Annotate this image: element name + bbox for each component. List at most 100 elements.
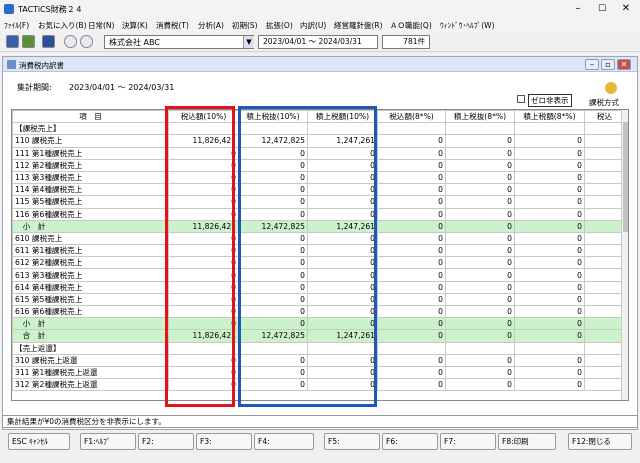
column-header: 税込額(8*%) (377, 110, 446, 124)
menu-compass[interactable]: 経営羅針盤(R) (334, 20, 383, 31)
menu-bar: ﾌｧｲﾙ(F) お気に入り(B) 日常(N) 決算(K) 消費税(T) 分析(A… (0, 18, 640, 32)
table-cell: 0 (445, 158, 515, 172)
menu-breakdown[interactable]: 内訳(U) (300, 20, 326, 31)
table-cell: 0 (514, 146, 585, 160)
table-cell (584, 280, 625, 294)
table-cell: 0 (377, 317, 446, 331)
transfer-icon[interactable] (22, 35, 35, 48)
table-cell: 0 (514, 231, 585, 246)
table-cell: 0 (514, 134, 585, 148)
close-button[interactable]: ✕ (614, 2, 638, 16)
row-label: 116 第6種課税売上 (12, 207, 169, 221)
save-icon[interactable] (6, 35, 19, 48)
menu-ao[interactable]: ＡＯ職能(Q) (390, 20, 432, 31)
f4-button[interactable]: F4: (254, 433, 314, 450)
table-cell: 0 (377, 231, 446, 246)
column-header: 項 目 (12, 110, 169, 124)
f12-close-button[interactable]: F12:閉じる (568, 433, 632, 450)
mail-icon[interactable] (42, 35, 55, 48)
vertical-scrollbar[interactable] (621, 110, 628, 400)
table-cell (584, 353, 625, 367)
row-label: 311 第1種課税売上返還 (12, 365, 169, 380)
menu-consumption-tax[interactable]: 消費税(T) (156, 20, 189, 31)
inner-maximize-button[interactable]: ▫ (601, 59, 615, 70)
table-cell: 0 (445, 134, 515, 148)
window-title: TACTiCS財務２４ (18, 5, 83, 14)
table-cell: 0 (514, 292, 585, 307)
table-cell: 0 (514, 158, 585, 172)
period-field: 2023/04/01 ～ 2024/03/31 (258, 35, 378, 49)
table-cell (584, 219, 625, 233)
row-label: 111 第1種課税売上 (12, 146, 169, 160)
row-label: 613 第3種課税売上 (12, 268, 169, 282)
table-cell: 0 (514, 268, 585, 282)
menu-analysis[interactable]: 分析(A) (198, 20, 224, 31)
menu-favorites[interactable]: お気に入り(B) (38, 20, 87, 31)
table-cell: 0 (445, 353, 515, 367)
table-cell: 0 (514, 365, 585, 380)
f1-help-button[interactable]: F1:ﾍﾙﾌﾟ (80, 433, 136, 450)
menu-initial[interactable]: 初期(S) (232, 20, 258, 31)
row-label: 616 第6種課税売上 (12, 304, 169, 319)
search-next-icon[interactable] (80, 35, 93, 48)
table-cell: 0 (445, 280, 515, 294)
table-cell (584, 134, 625, 148)
row-label: 110 課税売上 (12, 134, 169, 148)
table-cell: 0 (514, 195, 585, 209)
table-cell (584, 122, 625, 136)
table-cell: 0 (514, 353, 585, 367)
row-label: 112 第2種課税売上 (12, 158, 169, 172)
table-cell: 0 (377, 183, 446, 197)
f3-button[interactable]: F3: (196, 433, 252, 450)
table-cell (584, 268, 625, 282)
f5-button[interactable]: F5: (324, 433, 380, 450)
row-label: 小 計 (12, 219, 169, 233)
tax-method-label[interactable]: 課税方式 (589, 97, 619, 108)
table-cell: 0 (445, 365, 515, 380)
table-cell (584, 329, 625, 343)
table-cell: 0 (377, 134, 446, 148)
menu-file[interactable]: ﾌｧｲﾙ(F) (4, 20, 29, 31)
search-icon[interactable] (64, 35, 77, 48)
company-select[interactable]: 株式会社 ABC ▼ (104, 35, 254, 49)
row-label: 小 計 (12, 317, 169, 331)
menu-window-help[interactable]: ｳｨﾝﾄﾞｳ･ﾍﾙﾌﾟ(W) (440, 20, 495, 31)
f7-button[interactable]: F7: (440, 433, 496, 450)
f2-button[interactable]: F2: (138, 433, 194, 450)
zero-hide-checkbox[interactable] (517, 95, 525, 103)
tax-method-icon[interactable] (605, 82, 617, 94)
table-cell: 0 (377, 280, 446, 294)
document-icon (7, 60, 16, 69)
row-label: 611 第1種課税売上 (12, 244, 169, 258)
chevron-down-icon[interactable]: ▼ (243, 36, 254, 48)
column-header: 積上税抜(8*%) (445, 110, 515, 124)
table-cell: 0 (445, 183, 515, 197)
table-cell: 0 (445, 231, 515, 246)
table-cell: 0 (514, 280, 585, 294)
inner-title-bar: 消費税内訳書 – ▫ ✕ (3, 57, 637, 72)
table-cell: 0 (445, 304, 515, 319)
f8-print-button[interactable]: F8:印刷 (498, 433, 556, 450)
menu-extension[interactable]: 拡張(O) (266, 20, 293, 31)
table-cell: 0 (445, 219, 515, 233)
table-cell: 0 (377, 378, 446, 392)
esc-cancel-button[interactable]: ESC ｷｬﾝｾﾙ (8, 433, 70, 450)
row-label: 合 計 (12, 329, 169, 343)
menu-closing[interactable]: 決算(K) (122, 20, 148, 31)
company-value: 株式会社 ABC (109, 38, 160, 47)
table-cell: 0 (445, 146, 515, 160)
inner-minimize-button[interactable]: – (585, 59, 599, 70)
scroll-thumb[interactable] (623, 122, 628, 232)
inner-close-button[interactable]: ✕ (617, 59, 631, 70)
zero-hide-label[interactable]: ゼロ非表示 (528, 94, 572, 107)
menu-daily[interactable]: 日常(N) (88, 20, 114, 31)
minimize-button[interactable]: – (566, 2, 590, 16)
table-cell (445, 341, 515, 355)
maximize-button[interactable]: ☐ (590, 2, 614, 16)
app-icon (4, 4, 14, 14)
table-cell: 0 (377, 268, 446, 282)
f6-button[interactable]: F6: (382, 433, 438, 450)
table-cell: 0 (377, 329, 446, 343)
inner-title: 消費税内訳書 (19, 61, 64, 70)
table-cell (584, 365, 625, 380)
